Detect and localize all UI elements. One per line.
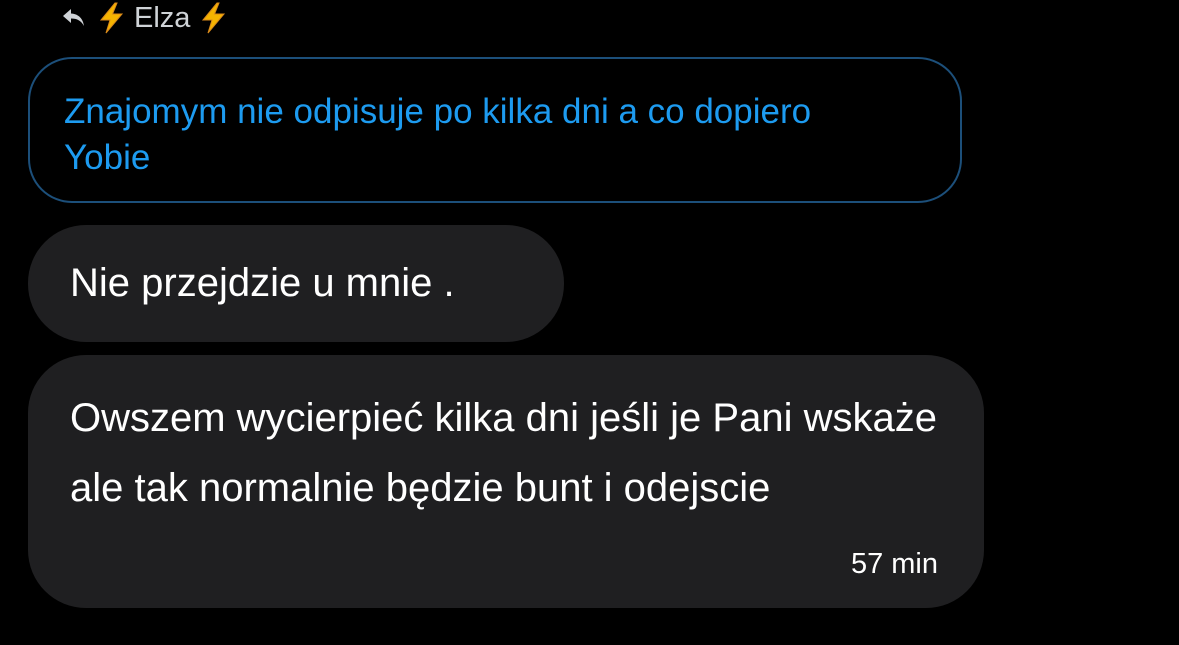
message-bubble[interactable]: Nie przejdzie u mnie .: [28, 225, 564, 342]
message-text: Nie przejdzie u mnie .: [70, 261, 455, 305]
message-bubble[interactable]: Owszem wycierpieć kilka dni jeśli je Pan…: [28, 355, 984, 608]
message-timestamp: 57 min: [850, 548, 938, 580]
reply-header-name: Elza: [134, 1, 191, 34]
quoted-message-text: Znajomym nie odpisuje po kilka dni a co …: [64, 92, 812, 177]
reply-arrow-icon: [60, 4, 88, 32]
message-text: Owszem wycierpieć kilka dni jeśli je Pan…: [70, 396, 937, 510]
lightning-bolt-icon: [96, 2, 126, 34]
lightning-bolt-icon: [198, 2, 228, 34]
reply-header: Elza: [60, 0, 228, 36]
quoted-message[interactable]: Znajomym nie odpisuje po kilka dni a co …: [28, 57, 962, 203]
